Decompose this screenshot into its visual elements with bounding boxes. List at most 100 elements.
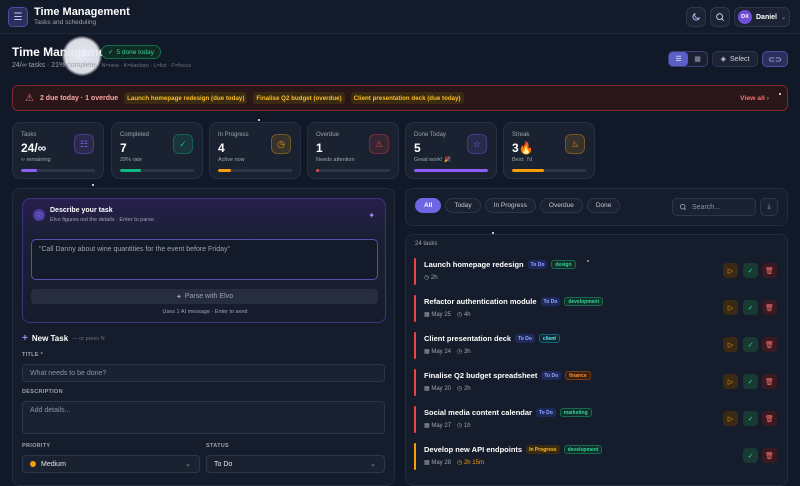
search-button[interactable] bbox=[710, 7, 730, 27]
alert-chip[interactable]: Finalise Q2 budget (overdue) bbox=[253, 92, 345, 104]
complete-button[interactable]: ✓ bbox=[743, 411, 758, 426]
select-button[interactable]: ◈ Select bbox=[712, 51, 758, 67]
delete-button[interactable]: 🗑 bbox=[762, 300, 777, 315]
task-date: ▦ May 24 bbox=[424, 348, 451, 355]
start-timer-button[interactable]: ▷ bbox=[723, 300, 738, 315]
dark-mode-toggle[interactable] bbox=[686, 7, 706, 27]
task-date-text: May 24 bbox=[431, 349, 452, 355]
description-label: DESCRIPTION bbox=[22, 389, 63, 395]
parse-button[interactable]: ✦ Parse with Elvo bbox=[31, 289, 378, 304]
user-menu[interactable]: DX Daniel ⌄ bbox=[734, 7, 790, 27]
delete-button[interactable]: 🗑 bbox=[762, 411, 777, 426]
stat-sub: Great work! 🎉 bbox=[414, 157, 451, 163]
sparkle-icon: ✦ bbox=[368, 211, 375, 220]
complete-button[interactable]: ✓ bbox=[743, 263, 758, 278]
ai-subtitle: Elvo figures out the details · Enter to … bbox=[50, 217, 154, 223]
select-label: Select bbox=[729, 55, 750, 63]
priority-stripe bbox=[414, 406, 416, 433]
category-tag: development bbox=[563, 445, 603, 454]
grid-view-icon[interactable]: ▦ bbox=[688, 52, 707, 66]
list-view-icon[interactable]: ☰ bbox=[669, 52, 688, 66]
task-row[interactable]: Social media content calendar To Do market… bbox=[413, 406, 785, 439]
task-date: ▦ May 20 bbox=[424, 385, 451, 392]
filter-all[interactable]: All bbox=[415, 198, 442, 213]
trash-icon: 🗑 bbox=[765, 341, 774, 349]
moon-icon bbox=[692, 12, 701, 21]
alert-chip[interactable]: Launch homepage redesign (due today) bbox=[124, 92, 248, 104]
start-timer-button[interactable]: ▷ bbox=[723, 337, 738, 352]
search-icon bbox=[716, 13, 725, 22]
trash-icon: 🗑 bbox=[765, 267, 774, 275]
status-select[interactable]: To Do ⌄ bbox=[206, 455, 385, 473]
start-timer-button[interactable]: ▷ bbox=[723, 263, 738, 278]
complete-button[interactable]: ✓ bbox=[743, 337, 758, 352]
priority-stripe bbox=[414, 295, 416, 322]
stat-progress-bar bbox=[218, 169, 292, 172]
task-meta: ▦ May 27 ◷ 1h bbox=[424, 422, 471, 429]
play-icon: ▷ bbox=[727, 267, 734, 275]
stat-label: Streak bbox=[512, 132, 530, 138]
trash-icon: 🗑 bbox=[765, 378, 774, 386]
description-input[interactable]: Add details... bbox=[22, 401, 385, 434]
download-button[interactable]: ⤓ bbox=[760, 198, 778, 216]
task-row[interactable]: Refactor authentication module To Do devel… bbox=[413, 295, 785, 328]
view-all-link[interactable]: View all › bbox=[740, 95, 769, 102]
filter-today[interactable]: Today bbox=[445, 198, 481, 213]
title-input[interactable]: What needs to be done? bbox=[22, 364, 385, 382]
ai-task-input[interactable]: "Call Danny about wine quantities for th… bbox=[31, 239, 378, 280]
task-title: Launch homepage redesign bbox=[424, 260, 524, 269]
delete-button[interactable]: 🗑 bbox=[762, 337, 777, 352]
status-badge: To Do bbox=[541, 371, 562, 380]
task-title: Client presentation deck bbox=[424, 334, 512, 343]
task-row[interactable]: Client presentation deck To Do client ▦ May… bbox=[413, 332, 785, 365]
app-subtitle: Tasks and scheduling bbox=[34, 19, 97, 26]
stat-sub: Best: 7d bbox=[512, 157, 533, 163]
task-meta: ▦ May 25 ◷ 4h bbox=[424, 311, 471, 318]
complete-button[interactable]: ✓ bbox=[743, 448, 758, 463]
priority-dot bbox=[30, 461, 36, 467]
task-row[interactable]: Finalise Q2 budget spreadsheet To Do finan… bbox=[413, 369, 785, 402]
filter-overdue[interactable]: Overdue bbox=[539, 198, 583, 213]
new-task-header[interactable]: + New Task — or press N bbox=[22, 333, 105, 344]
start-timer-button[interactable]: ▷ bbox=[723, 374, 738, 389]
priority-value: Medium bbox=[41, 460, 66, 468]
filter-done[interactable]: Done bbox=[586, 198, 621, 213]
trash-icon: 🗑 bbox=[765, 304, 774, 312]
delete-button[interactable]: 🗑 bbox=[762, 263, 777, 278]
sparkle-icon: ✦ bbox=[175, 293, 182, 301]
play-icon: ▷ bbox=[727, 415, 734, 423]
title-label: TITLE * bbox=[22, 352, 44, 358]
task-search[interactable]: Search... bbox=[672, 198, 756, 216]
task-duration-text: 4h bbox=[463, 312, 471, 318]
task-row[interactable]: Develop new API endpoints In Progress deve… bbox=[413, 443, 785, 476]
delete-button[interactable]: 🗑 bbox=[762, 448, 777, 463]
plus-icon: + bbox=[22, 333, 28, 344]
shortcut-hints: N=new · K=kanban · L=list · F=focus bbox=[101, 63, 192, 69]
complete-button[interactable]: ✓ bbox=[743, 300, 758, 315]
play-icon: ▷ bbox=[727, 378, 734, 386]
filter-in-progress[interactable]: In Progress bbox=[484, 198, 536, 213]
alert-chip[interactable]: Client presentation deck (due today) bbox=[350, 92, 464, 104]
task-row[interactable]: Launch homepage redesign To Do design ◷ 2h ▷… bbox=[413, 258, 785, 291]
search-icon bbox=[679, 203, 687, 211]
chevron-down-icon: ⌄ bbox=[781, 14, 787, 21]
new-task-hint: — or press N bbox=[72, 335, 105, 342]
link-button[interactable]: ⊂⊃ bbox=[762, 51, 788, 67]
check-icon: ✓ bbox=[747, 415, 754, 423]
start-timer-button[interactable]: ▷ bbox=[723, 411, 738, 426]
status-badge: To Do bbox=[535, 408, 556, 417]
task-duration-text: 1h bbox=[463, 423, 471, 429]
layers-icon: ◈ bbox=[720, 56, 726, 63]
task-title-line: Launch homepage redesign To Do design bbox=[424, 260, 576, 269]
stat-sub: 29% rate bbox=[120, 157, 143, 163]
delete-button[interactable]: 🗑 bbox=[762, 374, 777, 389]
task-title: Social media content calendar bbox=[424, 408, 532, 417]
new-task-label: New Task bbox=[31, 334, 69, 343]
stat-progress-bar bbox=[120, 169, 194, 172]
check-icon: ✓ bbox=[747, 267, 754, 275]
complete-button[interactable]: ✓ bbox=[743, 374, 758, 389]
menu-icon[interactable]: ☰ bbox=[8, 7, 28, 27]
stat-label: Tasks bbox=[21, 132, 37, 138]
priority-select[interactable]: Medium ⌄ bbox=[22, 455, 200, 473]
stat-progress-bar bbox=[512, 169, 586, 172]
